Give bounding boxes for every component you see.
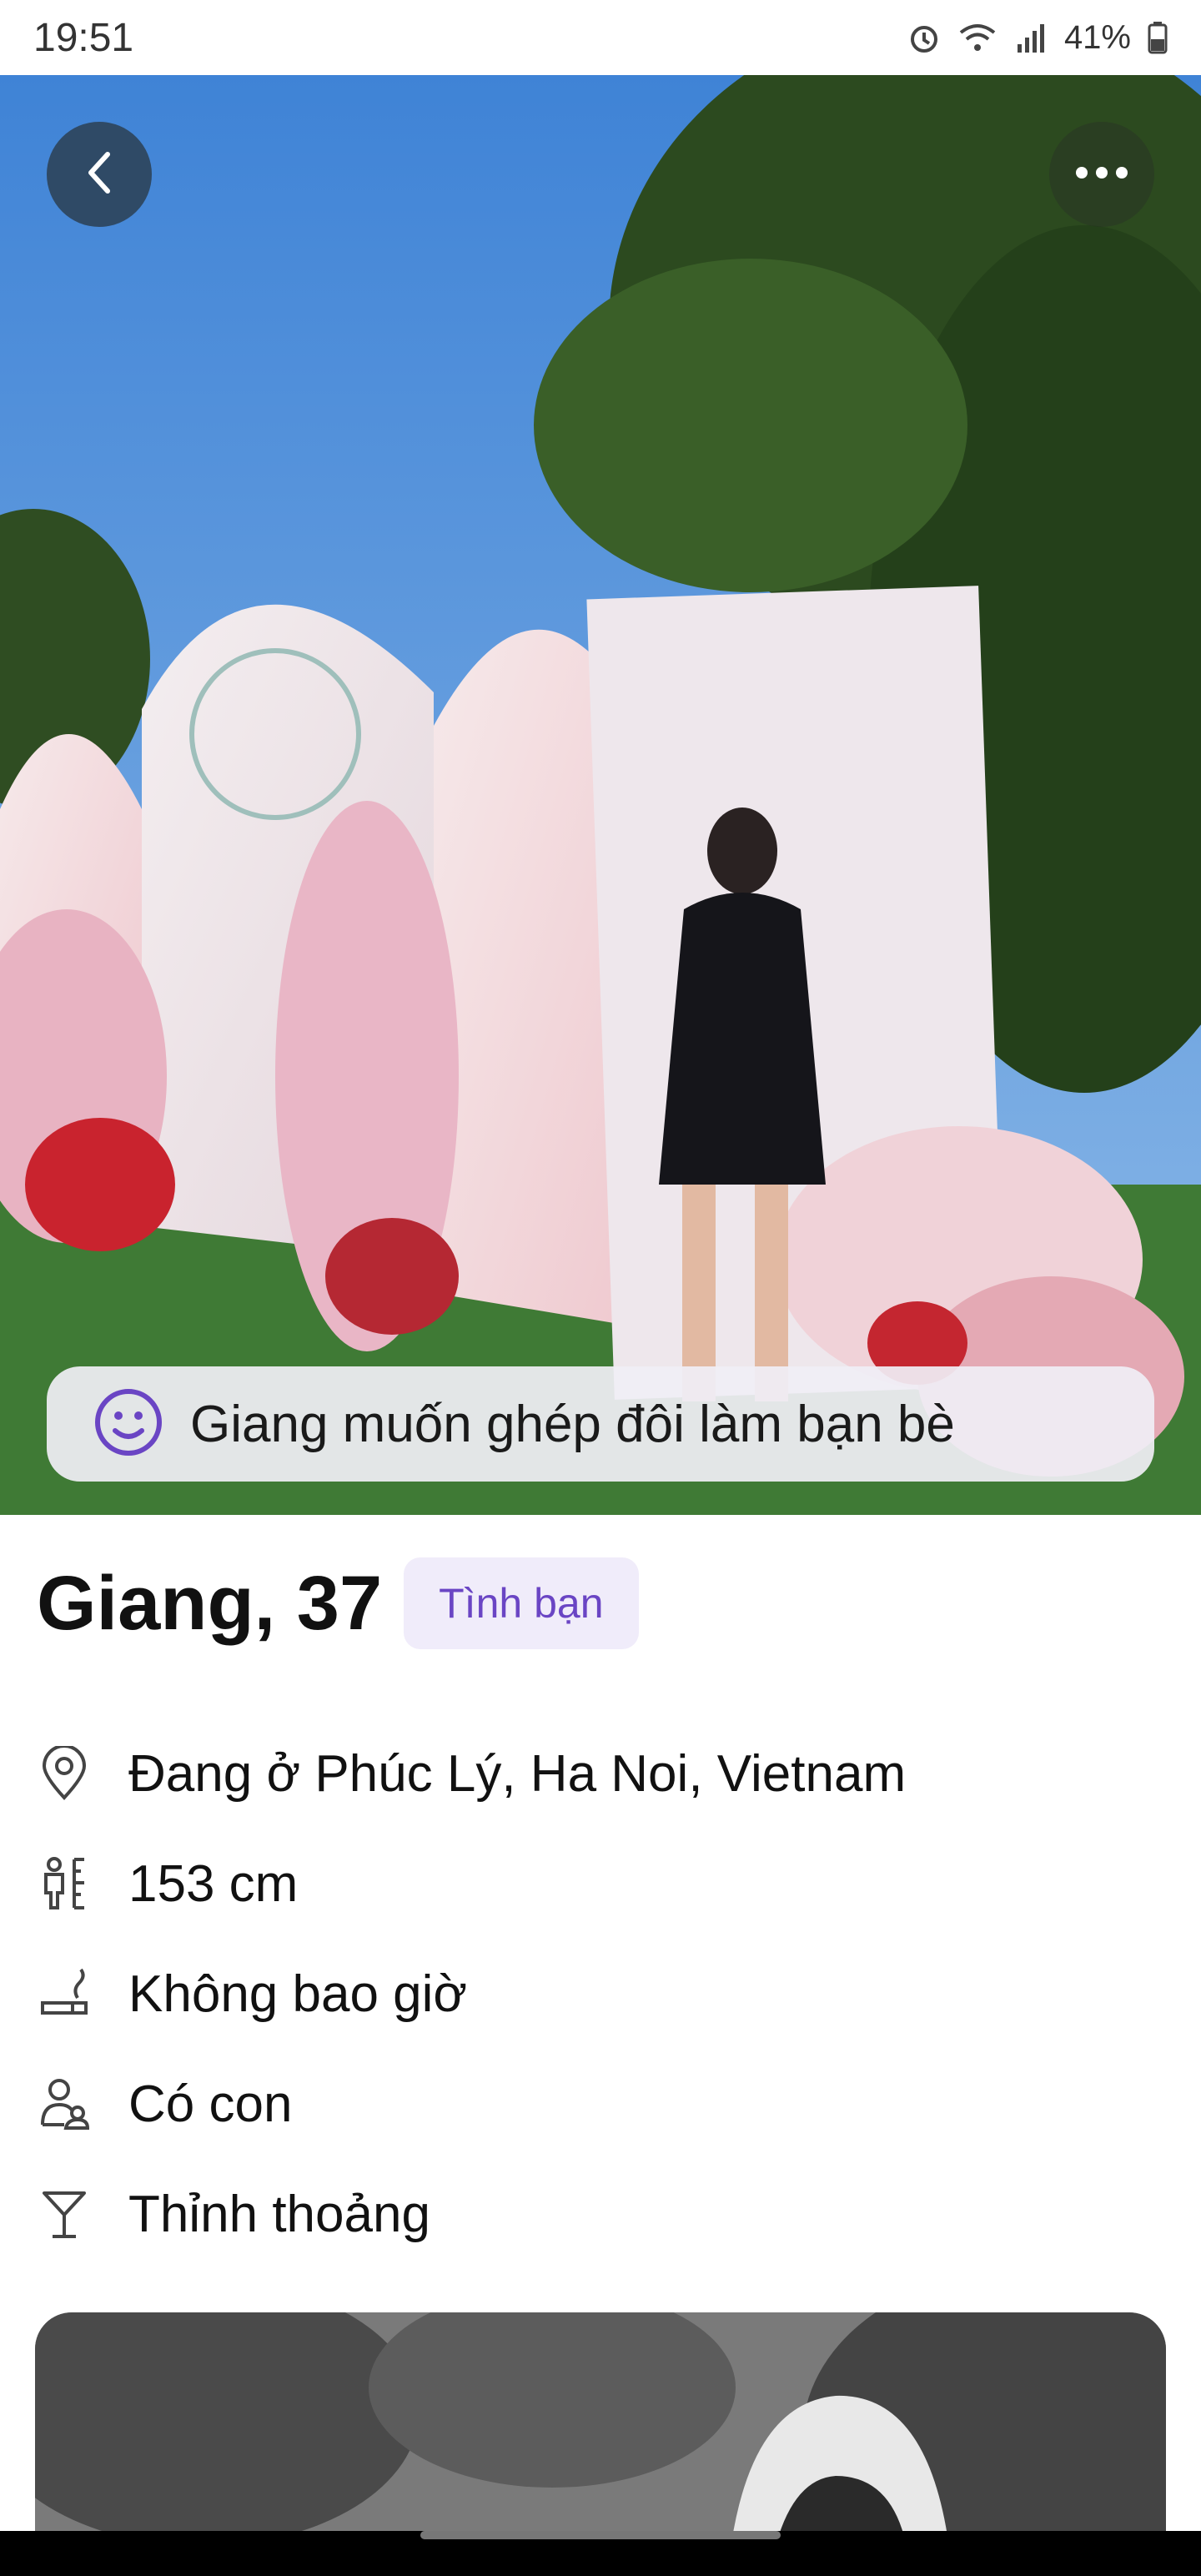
intent-banner: Giang muốn ghép đôi làm bạn bè [47, 1366, 1154, 1482]
battery-percent: 41% [1063, 18, 1131, 56]
detail-label: 153 cm [128, 1854, 299, 1913]
detail-label: Thỉnh thoảng [128, 2185, 430, 2243]
system-nav-bar [0, 2531, 1201, 2576]
profile-photo[interactable]: Giang muốn ghép đôi làm bạn bè [0, 75, 1201, 1515]
detail-label: Đang ở Phúc Lý, Ha Noi, Vietnam [128, 1744, 907, 1803]
profile-details: Đang ở Phúc Lý, Ha Noi, Vietnam 153 cm K… [37, 1718, 1164, 2269]
smoking-icon [37, 1966, 92, 2021]
status-bar: 19:51 41% [0, 0, 1201, 75]
detail-height: 153 cm [37, 1829, 1164, 1939]
profile-name-age: Giang, 37 [37, 1560, 383, 1646]
intent-tag: Tình bạn [404, 1557, 639, 1649]
detail-children: Có con [37, 2049, 1164, 2159]
detail-location: Đang ở Phúc Lý, Ha Noi, Vietnam [37, 1718, 1164, 1829]
profile-header: Giang, 37 Tình bạn [37, 1557, 639, 1650]
detail-label: Không bao giờ [128, 1965, 468, 2023]
detail-smoking: Không bao giờ [37, 1939, 1164, 2049]
signal-icon [1014, 21, 1048, 54]
intent-text: Giang muốn ghép đôi làm bạn bè [190, 1395, 955, 1453]
detail-label: Có con [128, 2075, 293, 2133]
children-icon [37, 2076, 92, 2131]
more-horizontal-icon [1075, 166, 1128, 184]
drink-icon [37, 2186, 92, 2241]
status-time: 19:51 [33, 15, 134, 60]
more-options-button[interactable] [1049, 122, 1154, 227]
height-icon [37, 1856, 92, 1911]
chevron-left-icon [81, 148, 118, 202]
wifi-icon [957, 21, 997, 54]
profile-photo-image [0, 75, 1201, 1515]
back-button[interactable] [47, 122, 152, 227]
location-pin-icon [37, 1746, 92, 1801]
smiley-icon [93, 1387, 163, 1462]
home-gesture-pill[interactable] [420, 2531, 781, 2539]
battery-icon [1148, 21, 1168, 54]
status-icons: 41% [907, 19, 1168, 57]
alarm-icon [907, 21, 941, 54]
detail-drinking: Thỉnh thoảng [37, 2159, 1164, 2269]
